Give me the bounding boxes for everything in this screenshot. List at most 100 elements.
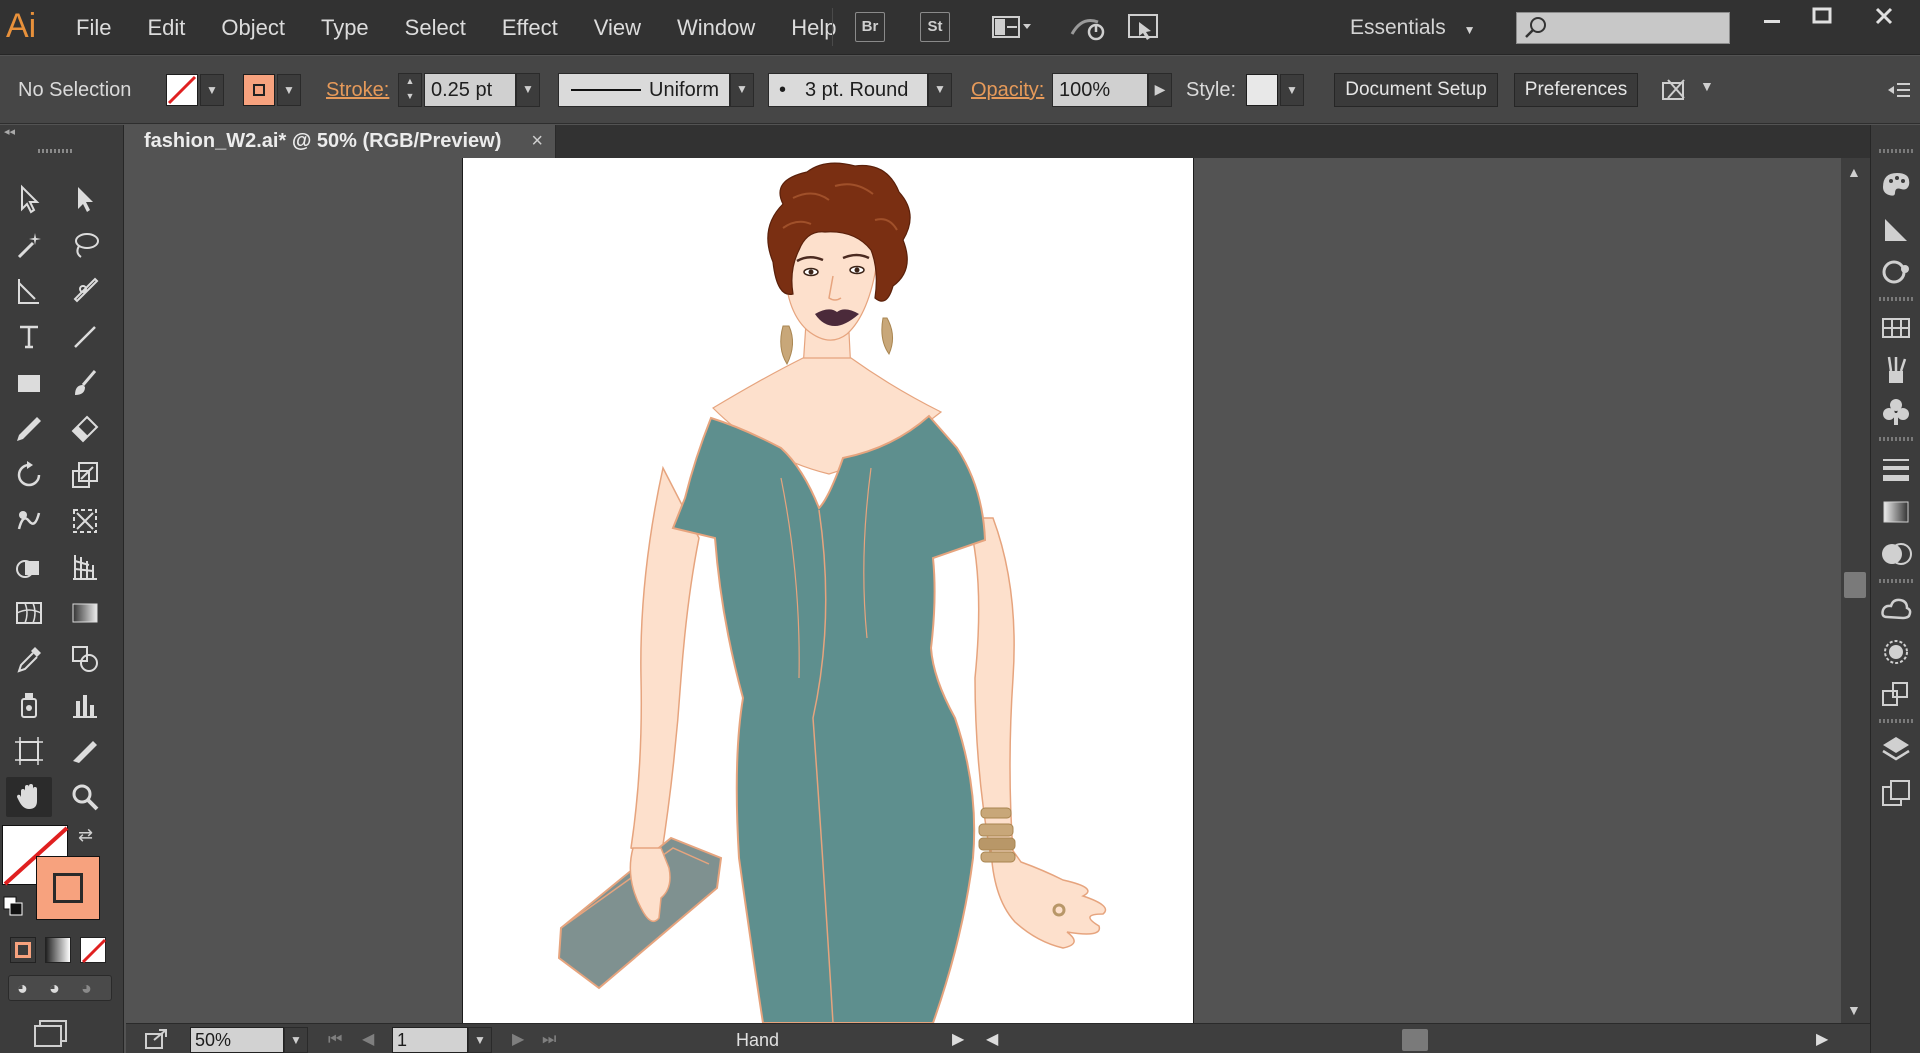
menu-select[interactable]: Select — [403, 0, 468, 55]
swatches-icon[interactable] — [1879, 311, 1913, 345]
previous-artboard-icon[interactable]: ◀ — [362, 1027, 374, 1053]
draw-behind-icon[interactable]: ◕ — [49, 978, 60, 999]
creative-cloud-libraries-icon[interactable] — [1879, 593, 1913, 627]
stroke-swatch[interactable] — [243, 74, 275, 106]
fill-swatch[interactable] — [166, 74, 198, 106]
fill-dropdown[interactable]: ▼ — [200, 74, 224, 106]
document-setup-button[interactable]: Document Setup — [1334, 73, 1498, 107]
dock-grip[interactable] — [1879, 297, 1913, 301]
scroll-thumb[interactable] — [1844, 572, 1866, 598]
dock-grip[interactable] — [1879, 437, 1913, 441]
line-segment-tool-icon[interactable] — [62, 317, 108, 357]
shape-builder-tool-icon[interactable] — [6, 547, 52, 587]
profile-dropdown[interactable]: ▼ — [730, 73, 754, 107]
arrange-documents-icon[interactable] — [990, 12, 1036, 42]
canvas[interactable] — [126, 158, 1841, 1023]
next-artboard-icon[interactable]: ▶ — [512, 1027, 524, 1053]
recolor-icon[interactable] — [1879, 255, 1913, 289]
eraser-tool-icon[interactable] — [62, 409, 108, 449]
direct-selection-tool-icon[interactable] — [62, 179, 108, 219]
column-graph-tool-icon[interactable] — [62, 685, 108, 725]
menu-effect[interactable]: Effect — [500, 0, 560, 55]
zoom-dropdown[interactable]: ▼ — [284, 1027, 308, 1053]
zoom-field[interactable]: 50% — [190, 1027, 284, 1053]
share-icon[interactable] — [144, 1028, 168, 1053]
pen-tool-icon[interactable] — [62, 271, 108, 311]
close-window-button[interactable] — [1862, 2, 1906, 30]
gradient-tool-icon[interactable] — [62, 593, 108, 633]
dock-grip[interactable] — [1879, 719, 1913, 723]
status-menu-arrow[interactable]: ▶ — [952, 1027, 964, 1053]
perspective-grid-tool-icon[interactable] — [62, 547, 108, 587]
workspace-switcher[interactable]: Essentials ▼ — [1350, 0, 1475, 55]
stock-button[interactable]: St — [920, 12, 950, 42]
scroll-down-arrow[interactable]: ▼ — [1847, 1002, 1861, 1018]
rectangle-tool-icon[interactable] — [6, 363, 52, 403]
brush-definition[interactable]: • 3 pt. Round — [768, 73, 928, 107]
magic-wand-tool-icon[interactable] — [6, 225, 52, 265]
hand-tool-icon[interactable] — [6, 777, 52, 817]
default-colors-icon[interactable] — [2, 895, 24, 917]
menu-edit[interactable]: Edit — [145, 0, 187, 55]
opacity-slider-arrow[interactable]: ▶ — [1148, 73, 1172, 107]
color-mode-button[interactable] — [10, 937, 36, 963]
lasso-tool-icon[interactable] — [62, 225, 108, 265]
dock-grip[interactable] — [1879, 149, 1913, 153]
panel-menu-icon[interactable] — [1886, 78, 1912, 102]
gpu-performance-icon[interactable] — [1068, 12, 1110, 42]
scroll-up-arrow[interactable]: ▲ — [1847, 164, 1861, 180]
menu-window[interactable]: Window — [675, 0, 757, 55]
artboard-dropdown[interactable]: ▼ — [468, 1027, 492, 1053]
scroll-right-arrow[interactable]: ▶ — [1816, 1027, 1828, 1053]
opacity-label[interactable]: Opacity: — [971, 56, 1044, 124]
touch-workspace-icon[interactable] — [1125, 12, 1163, 42]
align-options-icon[interactable] — [1660, 76, 1690, 106]
opacity-field[interactable]: 100% — [1052, 73, 1148, 107]
minimize-button[interactable] — [1750, 2, 1794, 30]
graphic-style-swatch[interactable] — [1246, 74, 1278, 106]
screen-mode-icon[interactable] — [32, 1017, 72, 1047]
menu-object[interactable]: Object — [219, 0, 287, 55]
draw-normal-icon[interactable]: ◕ — [17, 978, 28, 999]
swap-fill-stroke-icon[interactable]: ⇄ — [78, 825, 100, 847]
stroke-color-dropdown[interactable]: ▼ — [277, 74, 301, 106]
paintbrush-tool-icon[interactable] — [62, 363, 108, 403]
artboard-number-field[interactable]: 1 — [392, 1027, 468, 1053]
maximize-button[interactable] — [1800, 2, 1844, 30]
bridge-button[interactable]: Br — [855, 12, 885, 42]
dock-grip[interactable] — [1879, 579, 1913, 583]
scroll-left-arrow[interactable]: ◀ — [986, 1027, 998, 1053]
search-input[interactable] — [1516, 12, 1730, 44]
mesh-tool-icon[interactable] — [6, 593, 52, 633]
pencil-tool-icon[interactable] — [6, 409, 52, 449]
symbol-sprayer-tool-icon[interactable] — [6, 685, 52, 725]
variable-width-profile[interactable]: Uniform — [558, 73, 730, 107]
stroke-indicator[interactable] — [36, 856, 100, 920]
type-tool-icon[interactable] — [6, 317, 52, 357]
stroke-weight-dropdown[interactable]: ▼ — [516, 73, 540, 107]
menu-view[interactable]: View — [592, 0, 643, 55]
first-artboard-icon[interactable]: ⏮ — [328, 1027, 342, 1053]
collapse-panel-icon[interactable]: ◂◂ — [4, 125, 15, 138]
brush-dropdown[interactable]: ▼ — [928, 73, 952, 107]
graphic-style-dropdown[interactable]: ▼ — [1280, 74, 1304, 106]
preferences-button[interactable]: Preferences — [1514, 73, 1638, 107]
anchor-point-tool-icon[interactable] — [6, 271, 52, 311]
stroke-panel-icon[interactable] — [1879, 451, 1913, 485]
gradient-panel-icon[interactable] — [1879, 495, 1913, 529]
horizontal-scroll-thumb[interactable] — [1402, 1029, 1428, 1051]
color-guide-icon[interactable] — [1879, 213, 1913, 247]
last-artboard-icon[interactable]: ⏭ — [542, 1027, 556, 1053]
draw-inside-icon[interactable]: ◕ — [81, 978, 92, 999]
artboards-icon[interactable] — [1879, 777, 1913, 811]
chevron-down-icon[interactable]: ▼ — [1700, 78, 1714, 94]
selection-tool-icon[interactable] — [6, 179, 52, 219]
menu-file[interactable]: File — [74, 0, 113, 55]
gradient-mode-button[interactable] — [45, 937, 71, 963]
warp-tool-icon[interactable] — [6, 501, 52, 541]
transparency-icon[interactable] — [1879, 537, 1913, 571]
none-mode-button[interactable] — [80, 937, 107, 964]
transform-icon[interactable] — [1879, 677, 1913, 711]
scale-tool-icon[interactable] — [62, 455, 108, 495]
artboard-tool-icon[interactable] — [6, 731, 52, 771]
